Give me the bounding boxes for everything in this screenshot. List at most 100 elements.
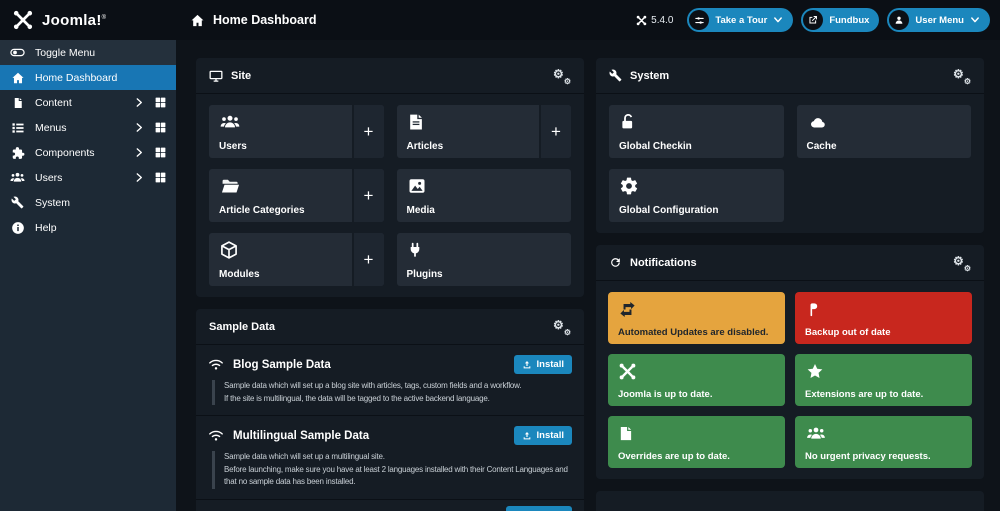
- image-icon: [407, 176, 562, 196]
- sidebar-item-content[interactable]: Content: [0, 90, 176, 115]
- tile-joomla-update-status[interactable]: Joomla is up to date.: [608, 354, 785, 406]
- system-tiles: Global Checkin Cache Global Configuratio…: [596, 94, 984, 233]
- users-icon: [10, 170, 25, 185]
- tile-articles[interactable]: Articles +: [397, 105, 572, 158]
- joomla-x-mini-icon: [636, 15, 647, 26]
- right-column: System ⚙⚙ Global Checkin Cache: [596, 58, 984, 511]
- tile-article-categories[interactable]: Article Categories +: [209, 169, 384, 222]
- install-multilingual-sample-button[interactable]: Install: [514, 426, 572, 445]
- gear-icon: [619, 176, 774, 196]
- sidebar-item-help[interactable]: Help: [0, 215, 176, 240]
- sidebar-item-components[interactable]: Components: [0, 140, 176, 165]
- tile-cache[interactable]: Cache: [797, 105, 972, 158]
- dashboard-content: Site ⚙⚙ Users + Articles +: [176, 40, 1000, 511]
- tile-plugins[interactable]: Plugins: [397, 233, 572, 286]
- file-icon: [407, 112, 562, 132]
- list-icon: [10, 121, 25, 135]
- user-menu-button[interactable]: User Menu: [887, 8, 990, 32]
- tile-automated-updates[interactable]: Automated Updates are disabled.: [608, 292, 785, 344]
- wrench-icon: [10, 196, 25, 209]
- users-icon: [805, 423, 962, 443]
- joomla-x-icon: [12, 9, 34, 31]
- blog-sample-data-entry: Blog Sample Data Install Sample data whi…: [196, 345, 584, 416]
- topbar: Joomla!® Home Dashboard 5.4.0 T: [0, 0, 1000, 40]
- chevron-down-icon: [773, 16, 783, 24]
- sync-icon: [609, 256, 622, 269]
- loop-icon: [618, 299, 775, 319]
- users-icon: [219, 112, 374, 132]
- puzzle-icon: [10, 146, 25, 160]
- notifications-header: Notifications ⚙⚙: [596, 245, 984, 281]
- tile-global-checkin[interactable]: Global Checkin: [609, 105, 784, 158]
- backup-icon: [805, 299, 962, 319]
- sidebar-item-home-dashboard[interactable]: Home Dashboard: [0, 65, 176, 90]
- multilingual-sample-description: Sample data which will set up a multilin…: [212, 451, 572, 489]
- tile-privacy-requests[interactable]: No urgent privacy requests.: [795, 416, 972, 468]
- tile-extensions-update-status[interactable]: Extensions are up to date.: [795, 354, 972, 406]
- system-panel-header: System ⚙⚙: [596, 58, 984, 94]
- wifi-icon: [208, 429, 224, 442]
- partial-panel: [596, 491, 984, 511]
- sample-data-header: Sample Data ⚙⚙: [196, 309, 584, 345]
- content-dashboard-grid-icon[interactable]: [154, 96, 167, 109]
- sidebar-item-toggle-menu[interactable]: Toggle Menu: [0, 40, 176, 65]
- chevron-down-icon: [970, 16, 980, 24]
- joomla-logo[interactable]: Joomla!®: [0, 9, 176, 31]
- fundbux-button[interactable]: Fundbux: [801, 8, 879, 32]
- menus-dashboard-grid-icon[interactable]: [154, 121, 167, 134]
- user-icon: [889, 10, 909, 30]
- home-icon: [190, 13, 205, 28]
- file-icon: [10, 96, 25, 110]
- add-module-button[interactable]: +: [352, 233, 384, 286]
- admin-sidebar: Toggle Menu Home Dashboard Content Menus: [0, 40, 176, 511]
- tile-media[interactable]: Media: [397, 169, 572, 222]
- tile-backup-status[interactable]: Backup out of date: [795, 292, 972, 344]
- components-dashboard-grid-icon[interactable]: [154, 146, 167, 159]
- sidebar-item-users[interactable]: Users: [0, 165, 176, 190]
- settings-icon[interactable]: ⚙⚙: [953, 255, 971, 271]
- external-link-icon: [803, 10, 823, 30]
- install-blog-sample-button[interactable]: Install: [514, 355, 572, 374]
- page-title: Home Dashboard: [190, 13, 317, 28]
- sidebar-item-system[interactable]: System: [0, 190, 176, 215]
- take-a-tour-button[interactable]: Take a Tour: [687, 8, 793, 32]
- sample-data-panel: Sample Data ⚙⚙ Blog Sample Data Install: [196, 309, 584, 511]
- wrench-icon: [609, 69, 622, 82]
- settings-icon[interactable]: ⚙⚙: [553, 68, 571, 84]
- settings-icon[interactable]: ⚙⚙: [953, 68, 971, 84]
- system-panel: System ⚙⚙ Global Checkin Cache: [596, 58, 984, 233]
- left-column: Site ⚙⚙ Users + Articles +: [196, 58, 584, 511]
- folder-open-icon: [219, 176, 374, 196]
- add-user-button[interactable]: +: [352, 105, 384, 158]
- unlock-icon: [619, 112, 774, 132]
- users-dashboard-grid-icon[interactable]: [154, 171, 167, 184]
- sidebar-item-menus[interactable]: Menus: [0, 115, 176, 140]
- site-tiles: Users + Articles + Article Categories +: [196, 94, 584, 297]
- sample-data-footer: Manage: [196, 500, 584, 511]
- upload-icon: [522, 431, 532, 441]
- topbar-actions: 5.4.0 Take a Tour Fundbux: [636, 8, 1000, 32]
- site-panel-header: Site ⚙⚙: [196, 58, 584, 94]
- chevron-right-icon: [135, 97, 144, 108]
- manage-button[interactable]: Manage: [506, 506, 572, 511]
- cloud-icon: [807, 112, 962, 132]
- add-category-button[interactable]: +: [352, 169, 384, 222]
- cube-icon: [219, 240, 374, 260]
- joomla-version: 5.4.0: [636, 15, 673, 26]
- joomla-x-icon: [618, 361, 775, 381]
- tile-users[interactable]: Users +: [209, 105, 384, 158]
- star-icon: [805, 361, 962, 381]
- chevron-right-icon: [135, 172, 144, 183]
- settings-icon[interactable]: ⚙⚙: [553, 319, 571, 335]
- multilingual-sample-data-entry: Multilingual Sample Data Install Sample …: [196, 416, 584, 500]
- tile-modules[interactable]: Modules +: [209, 233, 384, 286]
- brand-text: Joomla!®: [42, 12, 106, 29]
- monitor-icon: [209, 69, 223, 83]
- info-icon: [10, 221, 25, 235]
- tile-global-configuration[interactable]: Global Configuration: [609, 169, 784, 222]
- upload-icon: [522, 360, 532, 370]
- add-article-button[interactable]: +: [539, 105, 571, 158]
- tour-icon: [689, 10, 709, 30]
- chevron-right-icon: [135, 122, 144, 133]
- tile-overrides-status[interactable]: Overrides are up to date.: [608, 416, 785, 468]
